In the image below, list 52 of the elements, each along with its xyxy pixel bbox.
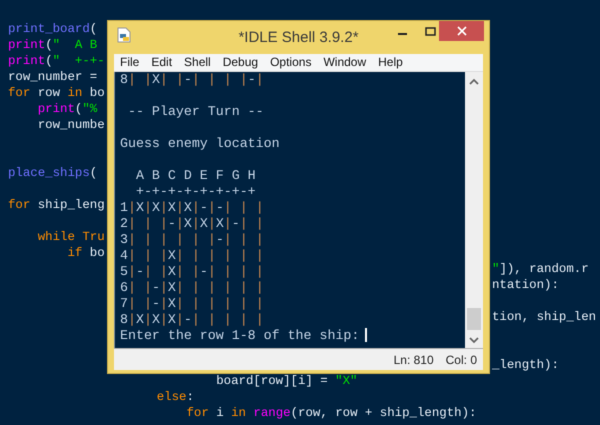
code-line: for ship_leng bbox=[8, 198, 105, 212]
shell-text-line: 6| |-|X| | | | | | bbox=[120, 280, 264, 295]
menu-item[interactable]: File bbox=[114, 54, 146, 71]
code-line: ntation): bbox=[492, 278, 559, 292]
code-line: row_number = bbox=[8, 70, 98, 84]
shell-text-line: -- Player Turn -- bbox=[126, 104, 264, 119]
scrollbar[interactable] bbox=[465, 72, 483, 348]
code-line: tion, ship_len bbox=[492, 310, 596, 324]
shell-text-line: 4| | |X| | | | | | bbox=[120, 248, 264, 263]
shell-text-line: 2| | |-|X|X|X|-| | bbox=[120, 216, 264, 231]
code-line: for i in range(row, row + ship_length): bbox=[185, 406, 476, 420]
shell-text-line: 5|-| |X| |-| | | | bbox=[120, 264, 264, 279]
scroll-down-icon[interactable] bbox=[469, 337, 479, 344]
code-line: print(" A B bbox=[8, 38, 98, 52]
shell-text-line: 1|X|X|X|X|-|-| | | bbox=[120, 200, 264, 215]
shell-text-line: +-+-+-+-+-+-+-+ bbox=[134, 184, 256, 199]
shell-text-line: 8|X|X|X|-| | | | | bbox=[120, 312, 264, 327]
shell-output[interactable] bbox=[114, 72, 465, 348]
shell-text-line: 8| |X| |-| | | |-| bbox=[120, 72, 264, 87]
scrollbar-thumb[interactable] bbox=[467, 308, 481, 330]
menu-item[interactable]: Debug bbox=[216, 54, 264, 71]
code-line: _length): bbox=[492, 358, 559, 372]
close-icon[interactable] bbox=[456, 26, 466, 36]
code-line: else: bbox=[156, 390, 194, 404]
input-prompt: Enter the row 1-8 of the ship: bbox=[120, 328, 360, 343]
menu-item[interactable]: Shell bbox=[178, 54, 217, 71]
text-cursor bbox=[365, 328, 368, 342]
menu-item[interactable]: Window bbox=[317, 54, 372, 71]
python-file-icon bbox=[117, 27, 131, 43]
maximize-icon[interactable] bbox=[424, 26, 436, 36]
code-line: print("% bbox=[36, 102, 98, 116]
code-line: print_board( bbox=[8, 22, 98, 36]
code-line: while Tru bbox=[36, 230, 105, 244]
code-line: row_numbe bbox=[36, 118, 105, 132]
shell-text-line: Guess enemy location bbox=[120, 136, 280, 151]
code-line: "]), random.r bbox=[492, 262, 589, 276]
shell-text-line: 3| | | | | |-| | | bbox=[120, 232, 264, 247]
menu-item[interactable]: Edit bbox=[145, 54, 178, 71]
menu-item[interactable]: Options bbox=[264, 54, 318, 71]
close-button[interactable] bbox=[439, 21, 484, 41]
menu-item[interactable]: Help bbox=[372, 54, 409, 71]
shell-text-line: 7| |-|X| | | | | | bbox=[120, 296, 264, 311]
shell-text-line: A B C D E F G H bbox=[134, 168, 256, 183]
code-line: for row in bo bbox=[8, 86, 105, 100]
line-number-status: Ln: 810 bbox=[394, 352, 434, 368]
code-line: print(" +-+- bbox=[8, 54, 105, 68]
column-status: Col: 0 bbox=[446, 352, 477, 368]
code-line: place_ships( bbox=[8, 166, 98, 180]
code-line: board[row][i] = "X" bbox=[215, 374, 358, 388]
window-title: *IDLE Shell 3.9.2* bbox=[238, 29, 359, 46]
code-line: if bo bbox=[66, 246, 105, 260]
scroll-up-icon[interactable] bbox=[469, 78, 479, 85]
